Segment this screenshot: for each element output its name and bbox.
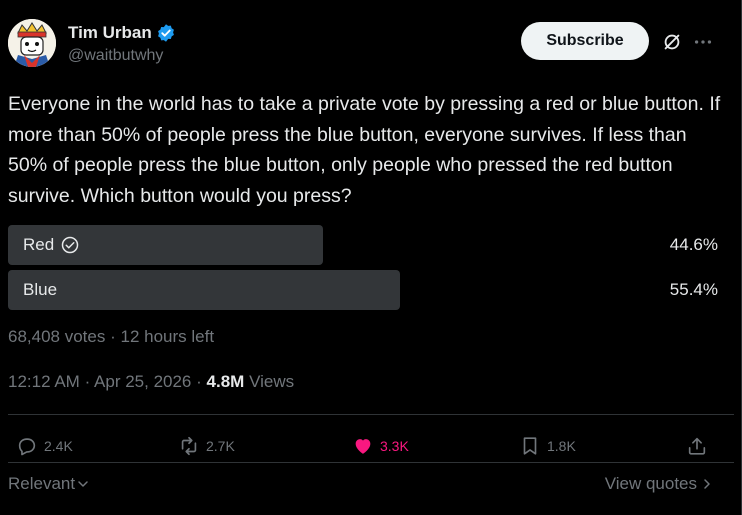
poll-option-red[interactable]: Red 44.6%: [8, 225, 718, 265]
poll-votes: 68,408 votes: [8, 327, 106, 346]
bookmark-button[interactable]: 1.8K: [519, 428, 576, 464]
heart-icon: [355, 439, 371, 454]
separator: ·: [84, 372, 91, 391]
more-icon[interactable]: [692, 31, 714, 53]
author-name[interactable]: Tim Urban: [68, 23, 152, 43]
poll-percent: 44.6%: [669, 235, 718, 254]
separator: ·: [196, 372, 202, 391]
poll-percent: 55.4%: [669, 280, 718, 299]
view-quotes-link[interactable]: View quotes: [605, 474, 713, 494]
subscribe-button[interactable]: Subscribe: [521, 22, 649, 60]
poll-option-blue[interactable]: Blue 55.4%: [8, 270, 718, 310]
action-bar: 2.4K 2.7K 3.3K 1.8K: [8, 428, 718, 464]
timestamp-row: 12:12 AM · Apr 25, 2026 · 4.8M Views: [8, 372, 294, 392]
repost-count: 2.7K: [206, 438, 235, 454]
views-label: Views: [249, 372, 295, 391]
repost-icon: [181, 436, 197, 456]
poll: Red 44.6% Blue 55.4%: [8, 225, 718, 315]
divider: [8, 414, 734, 415]
sort-dropdown[interactable]: Relevant: [8, 474, 89, 494]
reply-count: 2.4K: [44, 438, 73, 454]
replies-toolbar: Relevant View quotes: [8, 474, 718, 498]
poll-option-text: Red: [23, 235, 55, 254]
chevron-right-icon: [704, 479, 710, 489]
grok-icon[interactable]: [661, 31, 683, 53]
avatar[interactable]: [8, 19, 56, 67]
sort-label: Relevant: [8, 474, 76, 493]
verified-badge-icon[interactable]: [156, 23, 176, 43]
poll-option-text: Blue: [23, 280, 58, 299]
like-button[interactable]: 3.3K: [352, 428, 409, 464]
share-button[interactable]: [686, 428, 708, 464]
poll-bar-blue: [8, 270, 400, 310]
tweet-time[interactable]: 12:12 AM: [8, 372, 80, 391]
poll-option-label: Red: [23, 225, 80, 265]
share-icon: [688, 437, 706, 455]
repost-button[interactable]: 2.7K: [178, 428, 235, 464]
reply-button[interactable]: 2.4K: [16, 428, 73, 464]
tweet-text: Everyone in the world has to take a priv…: [8, 93, 721, 207]
views-count[interactable]: 4.8M: [207, 372, 245, 391]
separator: ·: [110, 327, 116, 346]
divider: [8, 462, 734, 463]
tweet-date[interactable]: Apr 25, 2026: [94, 372, 191, 391]
author-handle[interactable]: @waitbutwhy: [68, 47, 176, 65]
reply-icon: [18, 438, 36, 456]
poll-meta: 68,408 votes · 12 hours left: [8, 327, 214, 347]
check-circle-icon: [60, 235, 80, 255]
bookmark-count: 1.8K: [547, 438, 576, 454]
like-count: 3.3K: [380, 438, 409, 454]
author-block: Tim Urban @waitbutwhy: [68, 23, 176, 65]
chevron-down-icon: [78, 481, 88, 487]
tweet-header: Tim Urban @waitbutwhy Subscribe: [8, 19, 734, 75]
bookmark-icon: [523, 437, 537, 455]
poll-option-label: Blue: [23, 270, 57, 310]
poll-time-left: 12 hours left: [120, 327, 215, 346]
view-quotes-label: View quotes: [604, 474, 697, 493]
